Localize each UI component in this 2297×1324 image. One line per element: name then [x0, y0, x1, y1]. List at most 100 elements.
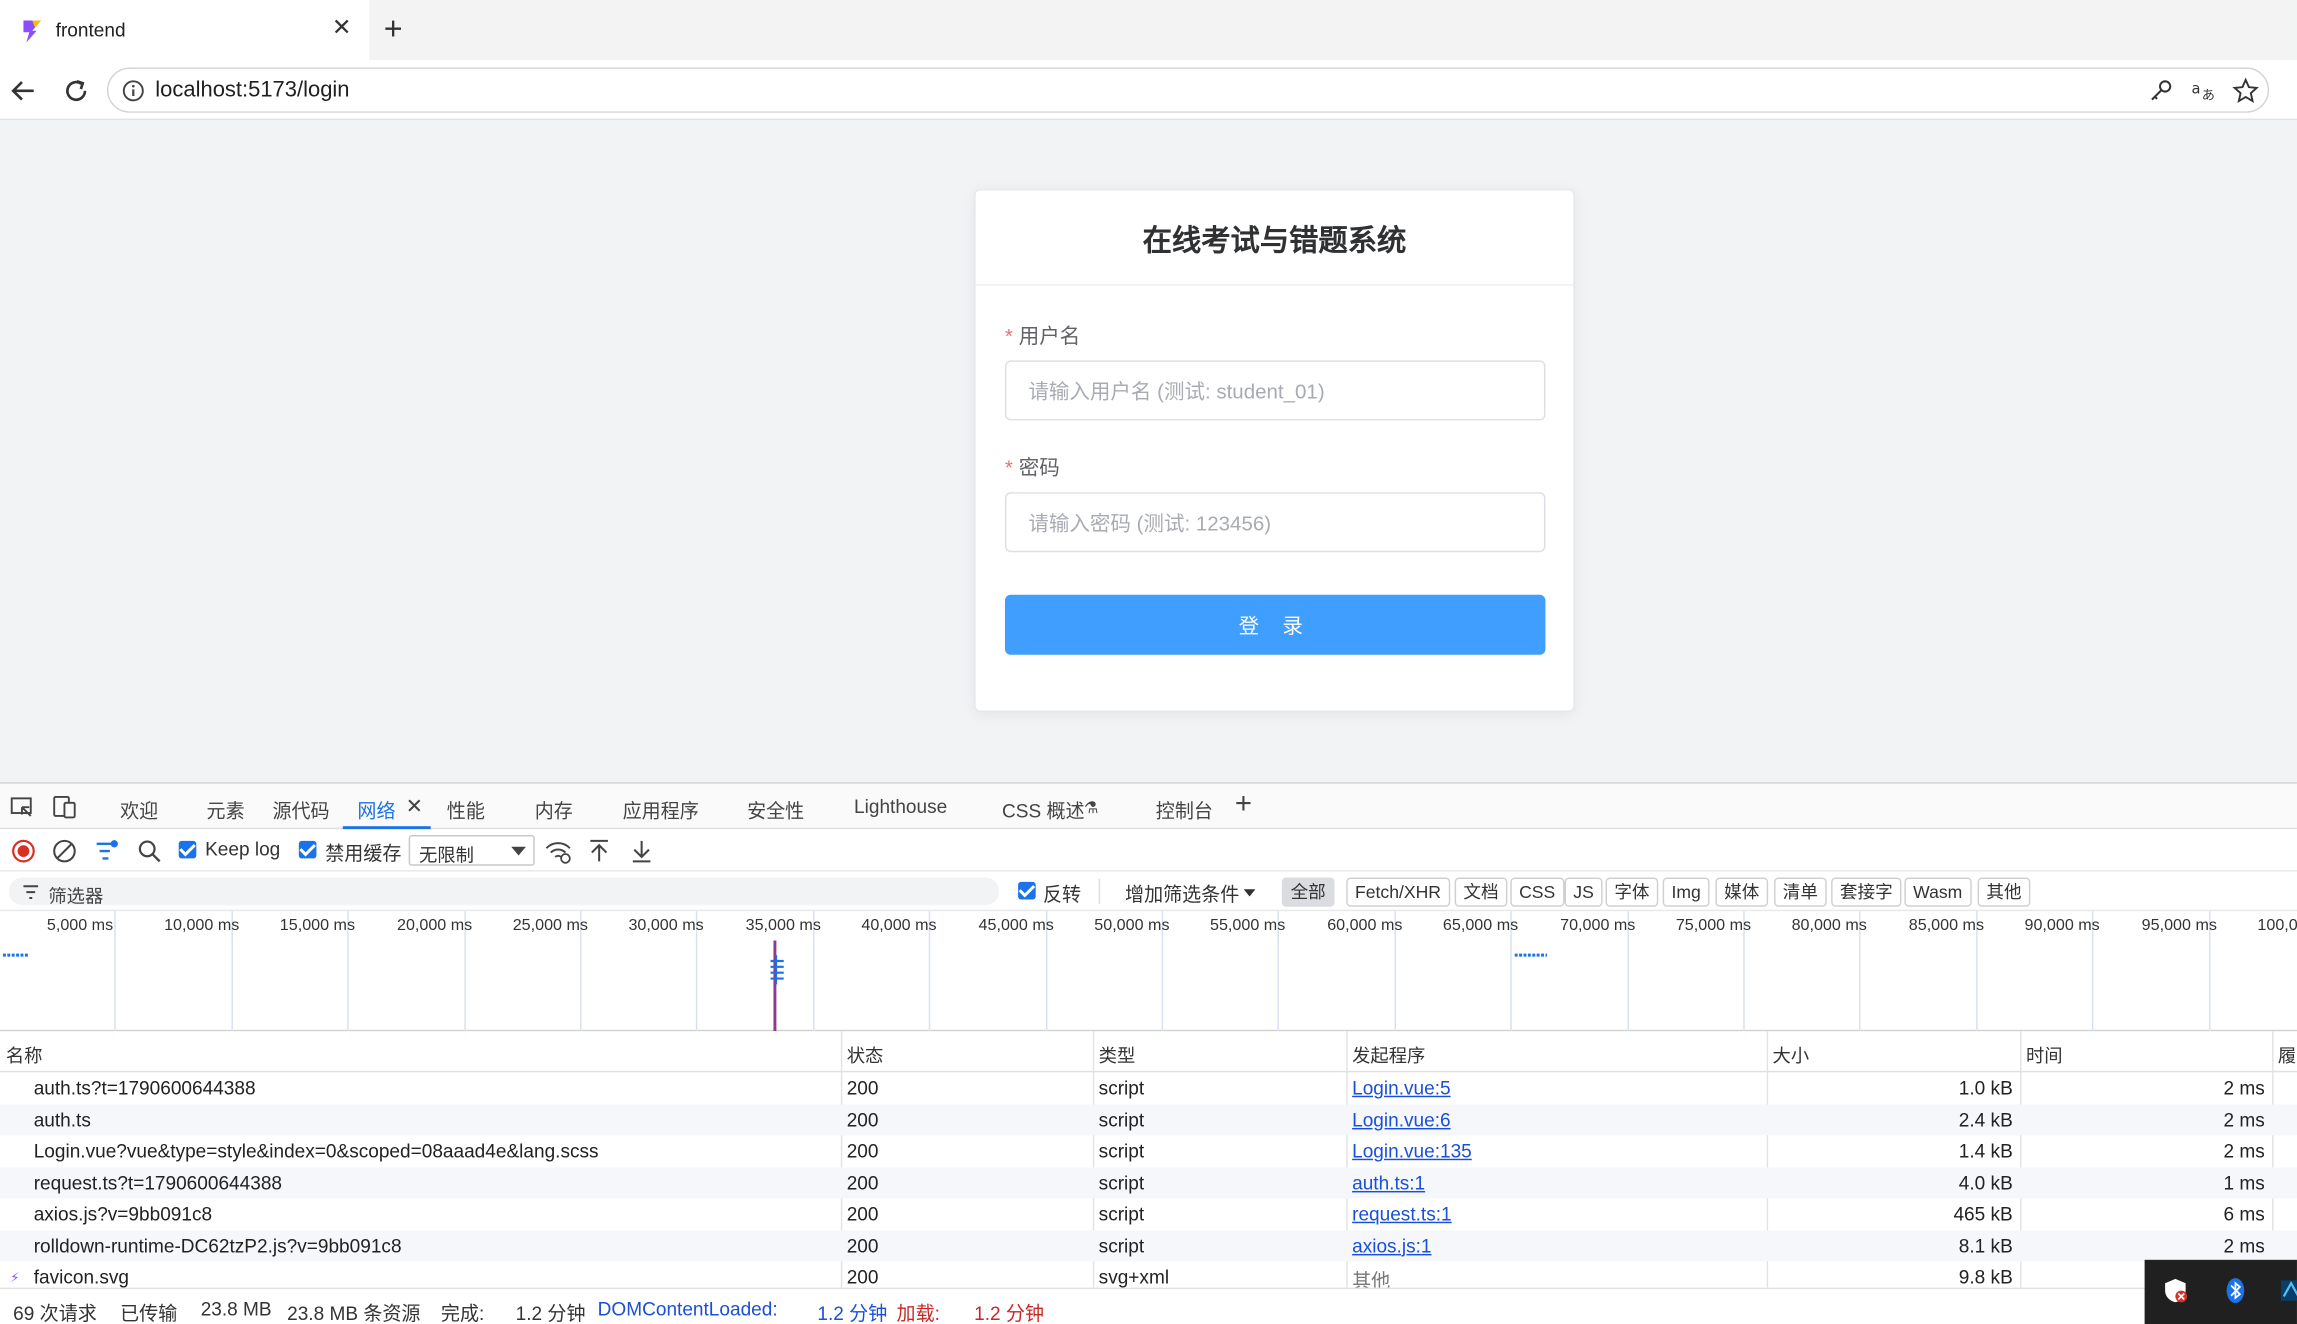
- table-row[interactable]: request.ts?t=1790600644388 200 script auth.…: [0, 1166, 2297, 1199]
- tab-elements[interactable]: 元素: [207, 795, 245, 823]
- type-filter-img[interactable]: Img: [1662, 877, 1710, 907]
- col-extra[interactable]: 履: [2278, 1040, 2296, 1068]
- cell-name: favicon.svg: [33, 1265, 129, 1288]
- filter-settings-icon[interactable]: [94, 838, 120, 864]
- cell-initiator[interactable]: axios.js:1: [1352, 1234, 1431, 1256]
- network-conditions-icon[interactable]: [545, 838, 571, 864]
- tab-application[interactable]: 应用程序: [623, 795, 699, 823]
- key-icon[interactable]: [2148, 78, 2174, 104]
- tab-sources[interactable]: 源代码: [272, 795, 329, 823]
- type-filter-socket[interactable]: 套接字: [1831, 877, 1902, 907]
- type-filter-fetch[interactable]: Fetch/XHR: [1346, 877, 1450, 907]
- tab-css-overview[interactable]: CSS 概述: [1002, 795, 1085, 823]
- search-icon[interactable]: [136, 838, 162, 864]
- timeline-tick-label: 5,000 ms: [46, 917, 114, 935]
- throttle-select[interactable]: 无限制: [408, 834, 535, 866]
- password-input[interactable]: [1004, 492, 1546, 553]
- devtools-tab-bar: 欢迎 元素 源代码 网络 ✕ 性能 内存 应用程序 安全性 Lighthouse…: [0, 783, 2297, 830]
- browser-tab[interactable]: frontend ✕: [0, 0, 370, 61]
- record-icon[interactable]: [10, 838, 36, 864]
- login-button[interactable]: 登 录: [1004, 594, 1546, 655]
- cell-type: script: [1098, 1108, 1145, 1131]
- close-tab-icon[interactable]: ✕: [406, 794, 423, 819]
- cell-status: 200: [846, 1265, 879, 1288]
- device-toolbar-icon[interactable]: [51, 794, 77, 820]
- table-row[interactable]: rolldown-runtime-DC62tzP2.js?v=9bb091c8 2…: [0, 1229, 2297, 1262]
- add-filter-button[interactable]: 增加筛选条件: [1125, 879, 1239, 907]
- type-filter-doc[interactable]: 文档: [1454, 877, 1508, 907]
- tab-network[interactable]: 网络: [357, 795, 395, 823]
- username-label: * 用户名: [1005, 321, 1080, 350]
- cell-status: 200: [846, 1202, 879, 1225]
- col-name[interactable]: 名称: [6, 1040, 43, 1068]
- type-filter-font[interactable]: 字体: [1605, 877, 1659, 907]
- cell-time: 2 ms: [2223, 1076, 2265, 1099]
- vite-logo-icon: [23, 19, 42, 42]
- address-bar[interactable]: localhost:5173/login a あ: [106, 67, 2270, 113]
- tab-memory[interactable]: 内存: [535, 795, 573, 823]
- col-type[interactable]: 类型: [1099, 1040, 1136, 1068]
- username-label-text: 用户名: [1018, 323, 1081, 348]
- type-filter-manifest[interactable]: 清单: [1773, 877, 1827, 907]
- type-filter-media[interactable]: 媒体: [1715, 877, 1769, 907]
- keep-log-checkbox[interactable]: [178, 840, 197, 859]
- table-row[interactable]: auth.ts?t=1790600644388 200 script Login.vu…: [0, 1072, 2297, 1103]
- network-overview-timeline[interactable]: 5,000 ms 10,000 ms 15,000 ms 20,000 ms 25,00…: [0, 911, 2297, 1032]
- new-tab-icon[interactable]: +: [384, 11, 403, 47]
- chevron-down-icon: [1243, 889, 1256, 897]
- translate-icon[interactable]: a あ: [2190, 78, 2216, 104]
- back-arrow-icon[interactable]: [9, 76, 38, 105]
- site-info-icon[interactable]: [122, 79, 145, 102]
- cell-initiator[interactable]: Login.vue:135: [1352, 1140, 1472, 1162]
- cell-initiator[interactable]: request.ts:1: [1352, 1203, 1452, 1225]
- table-row[interactable]: auth.ts 200 script Login.vue:6 2.4 kB 2 ms: [0, 1103, 2297, 1136]
- cell-status: 200: [846, 1234, 879, 1257]
- type-filter-other[interactable]: 其他: [1977, 877, 2031, 907]
- col-status[interactable]: 状态: [847, 1040, 884, 1068]
- timeline-tick-label: 35,000 ms: [745, 917, 821, 935]
- app-tray-icon[interactable]: [2279, 1277, 2297, 1303]
- tab-console[interactable]: 控制台: [1156, 795, 1213, 823]
- type-filter-all[interactable]: 全部: [1281, 877, 1335, 907]
- network-summary-bar: 69 次请求 已传输 23.8 MB 23.8 MB 条资源 完成: 1.2 分…: [0, 1287, 2297, 1324]
- inspect-element-icon[interactable]: [9, 794, 35, 820]
- invert-checkbox[interactable]: [1018, 881, 1036, 900]
- cell-initiator[interactable]: Login.vue:5: [1352, 1077, 1450, 1099]
- col-time[interactable]: 时间: [2026, 1040, 2063, 1068]
- url-text: localhost:5173/login: [155, 77, 350, 103]
- table-row[interactable]: axios.js?v=9bb091c8 200 script request.ts:1…: [0, 1198, 2297, 1229]
- dcl-label: DOMContentLoaded:: [597, 1297, 778, 1320]
- bluetooth-icon[interactable]: [2225, 1277, 2246, 1304]
- security-shield-icon[interactable]: [2162, 1277, 2188, 1303]
- svg-text:あ: あ: [2202, 88, 2215, 104]
- cell-initiator[interactable]: auth.ts:1: [1352, 1171, 1425, 1193]
- type-filter-css[interactable]: CSS: [1510, 877, 1565, 907]
- tab-welcome[interactable]: 欢迎: [120, 795, 158, 823]
- timeline-tick-label: 55,000 ms: [1210, 917, 1286, 935]
- tab-security[interactable]: 安全性: [747, 795, 804, 823]
- disable-cache-checkbox[interactable]: [298, 840, 317, 859]
- experiment-flask-icon: ⚗: [1084, 799, 1099, 818]
- requests-table-header: 名称 状态 类型 发起程序 大小 时间 履: [0, 1031, 2297, 1073]
- reload-icon[interactable]: [62, 76, 91, 105]
- cell-initiator[interactable]: Login.vue:6: [1352, 1108, 1450, 1130]
- close-tab-icon[interactable]: ✕: [332, 17, 352, 41]
- bookmark-star-icon[interactable]: [2232, 77, 2259, 104]
- col-initiator[interactable]: 发起程序: [1352, 1040, 1425, 1068]
- type-filter-wasm[interactable]: Wasm: [1904, 877, 1972, 907]
- export-har-icon[interactable]: [628, 838, 654, 864]
- username-input[interactable]: [1004, 360, 1546, 421]
- table-row[interactable]: Login.vue?vue&type=style&index=0&scoped=…: [0, 1135, 2297, 1166]
- type-filter-js[interactable]: JS: [1564, 877, 1603, 907]
- clear-icon[interactable]: [51, 838, 77, 864]
- password-label: * 密码: [1005, 453, 1060, 482]
- tab-performance[interactable]: 性能: [447, 795, 485, 823]
- add-tab-icon[interactable]: +: [1235, 788, 1252, 822]
- filter-input[interactable]: 筛选器: [8, 877, 1000, 907]
- cell-name: auth.ts?t=1790600644388: [33, 1076, 256, 1099]
- import-har-icon[interactable]: [586, 838, 612, 864]
- cell-size: 8.1 kB: [1958, 1234, 2013, 1257]
- col-size[interactable]: 大小: [1773, 1040, 1810, 1068]
- tab-lighthouse[interactable]: Lighthouse: [854, 795, 947, 817]
- browser-toolbar: localhost:5173/login a あ: [0, 60, 2297, 121]
